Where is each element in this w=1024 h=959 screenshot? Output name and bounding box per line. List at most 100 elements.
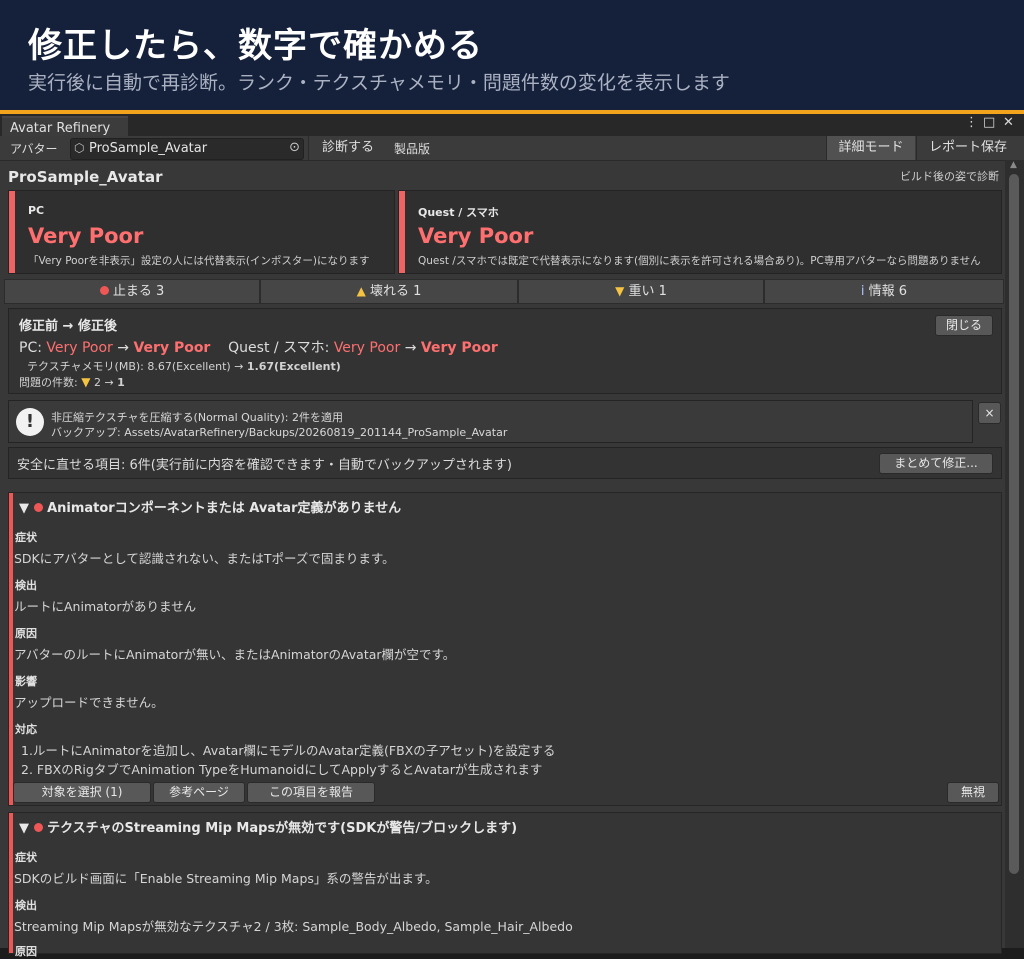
toolbar: アバター ⬡ ProSample_Avatar ⊙ 診断する 製品版 詳細モード…	[0, 136, 1024, 161]
build-view-label: ビルド後の姿で診断	[900, 170, 999, 183]
impact-text: アップロードできません。	[14, 695, 164, 710]
error-dot-icon	[33, 823, 43, 832]
error-dot-icon	[33, 503, 43, 512]
issue-count-line: 問題の件数: ▼ 2 → 1	[19, 374, 125, 390]
fix-step-2: 2. FBXのRigタブでAnimation TypeをHumanoidにしてA…	[21, 762, 543, 777]
detail-mode-toggle[interactable]: 詳細モード	[826, 136, 915, 160]
issue-title[interactable]: ▼ Animatorコンポーネントまたは Avatar定義がありません	[19, 497, 401, 516]
applied-fix-text: 非圧縮テクスチャを圧縮する(Normal Quality): 2件を適用	[51, 411, 343, 424]
tex-mem-before: テクスチャメモリ(MB): 8.67(Excellent) →	[27, 360, 244, 373]
edition-label: 製品版	[394, 142, 431, 156]
severity-bar	[9, 813, 13, 953]
comparison-title: 修正前 → 修正後	[19, 319, 117, 334]
avatar-field-value: ProSample_Avatar	[89, 141, 208, 156]
select-target-button[interactable]: 対象を選択 (1)	[13, 782, 151, 803]
arrow: →	[404, 340, 417, 356]
stop-count: 止まる 3	[112, 284, 165, 299]
rating-accent-bar	[9, 191, 15, 273]
issue-title-text: Animatorコンポーネントまたは Avatar定義がありません	[47, 501, 402, 516]
performance-rating: Very Poor	[418, 224, 534, 248]
filter-break[interactable]: ▲ 壊れる 1	[260, 279, 518, 304]
reference-page-button[interactable]: 参考ページ	[153, 782, 245, 803]
rating-change-line: PC: Very Poor → Very Poor Quest / スマホ: V…	[19, 337, 498, 357]
info-count: 情報 6	[868, 284, 908, 299]
safe-fix-text: 安全に直せる項目: 6件(実行前に内容を確認できます・自動でバックアップされます…	[17, 458, 512, 473]
expand-triangle-icon[interactable]: ▼	[19, 501, 29, 516]
cause-text: アバターのルートにAnimatorが無い、またはAnimatorのAvatar欄…	[14, 647, 456, 662]
platform-label: Quest / スマホ	[418, 206, 499, 219]
report-issue-button[interactable]: この項目を報告	[247, 782, 375, 803]
fix-heading: 対応	[15, 723, 37, 736]
window-titlebar: Avatar Refinery ⋮ □ ✕	[0, 114, 1024, 138]
vertical-scrollbar[interactable]: ▲	[1005, 160, 1024, 948]
filter-stop[interactable]: 止まる 3	[4, 279, 260, 304]
avatar-name-heading: ProSample_Avatar	[8, 168, 163, 186]
detection-text: Streaming Mip Mapsが無効なテクスチャ2 / 3枚: Sampl…	[14, 919, 573, 934]
banner-subtitle: 実行後に自動で再診断。ランク・テクスチャメモリ・問題件数の変化を表示します	[28, 72, 730, 94]
performance-rating: Very Poor	[28, 224, 144, 248]
warning-triangle-icon: ▲	[356, 284, 366, 298]
scroll-up-icon[interactable]: ▲	[1010, 160, 1017, 170]
error-dot-icon	[99, 286, 109, 295]
issue-card: ▼ Animatorコンポーネントまたは Avatar定義がありません 症状 S…	[8, 492, 1002, 806]
issue-card: ▼ テクスチャのStreaming Mip Mapsが無効です(SDKが警告/ブ…	[8, 812, 1002, 958]
break-count: 壊れる 1	[369, 284, 422, 299]
issue-count-before: 2	[93, 376, 101, 389]
pc-label: PC:	[19, 340, 42, 356]
issue-title-text: テクスチャのStreaming Mip Mapsが無効です(SDKが警告/ブロッ…	[47, 821, 518, 836]
detection-heading: 検出	[15, 579, 37, 592]
impact-heading: 影響	[15, 675, 37, 688]
diagnose-button[interactable]: 診断する	[308, 136, 387, 160]
kebab-menu-icon[interactable]: ⋮	[965, 115, 978, 130]
tex-mem-after: 1.67(Excellent)	[246, 360, 341, 373]
pc-after: Very Poor	[133, 340, 211, 356]
arrow: →	[117, 340, 130, 356]
fix-all-button[interactable]: まとめて修正...	[879, 453, 993, 474]
symptom-text: SDKにアバターとして認識されない、またはTポーズで固まります。	[14, 551, 395, 566]
avatar-refinery-window: Avatar Refinery ⋮ □ ✕ アバター ⬡ ProSample_A…	[0, 114, 1024, 958]
issue-title[interactable]: ▼ テクスチャのStreaming Mip Mapsが無効です(SDKが警告/ブ…	[19, 817, 517, 836]
banner-title: 修正したら、数字で確かめる	[28, 26, 483, 66]
ignore-button[interactable]: 無視	[947, 782, 999, 803]
filter-info[interactable]: i 情報 6	[764, 279, 1004, 304]
cause-heading: 原因	[15, 627, 37, 640]
quest-label: Quest / スマホ:	[228, 340, 330, 356]
object-picker-icon[interactable]: ⊙	[289, 140, 300, 155]
avatar-object-field[interactable]: ⬡ ProSample_Avatar ⊙	[70, 138, 304, 160]
pc-rating-card: PC Very Poor 「Very Poorを非表示」設定の人には代替表示(イ…	[8, 190, 395, 274]
heavy-count: 重い 1	[628, 284, 667, 299]
window-tab[interactable]: Avatar Refinery	[2, 116, 128, 138]
issue-count-after: 1	[117, 376, 125, 389]
texture-memory-line: テクスチャメモリ(MB): 8.67(Excellent) → 1.67(Exc…	[27, 358, 341, 374]
close-comparison-button[interactable]: 閉じる	[935, 315, 993, 336]
maximize-icon[interactable]: □	[983, 115, 995, 130]
rating-note: Quest /スマホでは既定で代替表示になります(個別に表示を許可される場合あり…	[418, 255, 981, 267]
rating-accent-bar	[399, 191, 405, 273]
save-report-button[interactable]: レポート保存	[916, 136, 1019, 160]
symptom-text: SDKのビルド画面に「Enable Streaming Mip Maps」系の警…	[14, 871, 438, 886]
exclamation-icon: !	[16, 408, 44, 436]
pc-before: Very Poor	[46, 340, 113, 356]
dismiss-button[interactable]: ×	[978, 402, 1001, 424]
detection-text: ルートにAnimatorがありません	[14, 599, 197, 614]
severity-bar	[9, 493, 13, 805]
heavy-triangle-icon: ▼	[615, 284, 625, 298]
avatar-field-label: アバター	[10, 142, 58, 156]
platform-label: PC	[28, 204, 45, 217]
close-icon[interactable]: ✕	[1003, 115, 1014, 130]
symptom-heading: 症状	[15, 531, 37, 544]
applied-fix-helpbox: ! 非圧縮テクスチャを圧縮する(Normal Quality): 2件を適用 バ…	[8, 400, 973, 443]
info-icon: i	[860, 284, 865, 299]
safe-fix-row: 安全に直せる項目: 6件(実行前に内容を確認できます・自動でバックアップされます…	[8, 447, 1002, 479]
rating-note: 「Very Poorを非表示」設定の人には代替表示(インポスター)になります	[28, 255, 370, 267]
backup-path-text: バックアップ: Assets/AvatarRefinery/Backups/20…	[51, 426, 508, 439]
detection-heading: 検出	[15, 899, 37, 912]
promo-banner: 修正したら、数字で確かめる 実行後に自動で再診断。ランク・テクスチャメモリ・問題…	[0, 0, 1024, 110]
symptom-heading: 症状	[15, 851, 37, 864]
before-after-panel: 修正前 → 修正後 PC: Very Poor → Very Poor Ques…	[8, 308, 1002, 394]
filter-heavy[interactable]: ▼ 重い 1	[518, 279, 764, 304]
scrollbar-thumb[interactable]	[1009, 174, 1019, 874]
expand-triangle-icon[interactable]: ▼	[19, 821, 29, 836]
quest-after: Very Poor	[420, 340, 498, 356]
heavy-triangle-icon: ▼	[81, 375, 91, 389]
